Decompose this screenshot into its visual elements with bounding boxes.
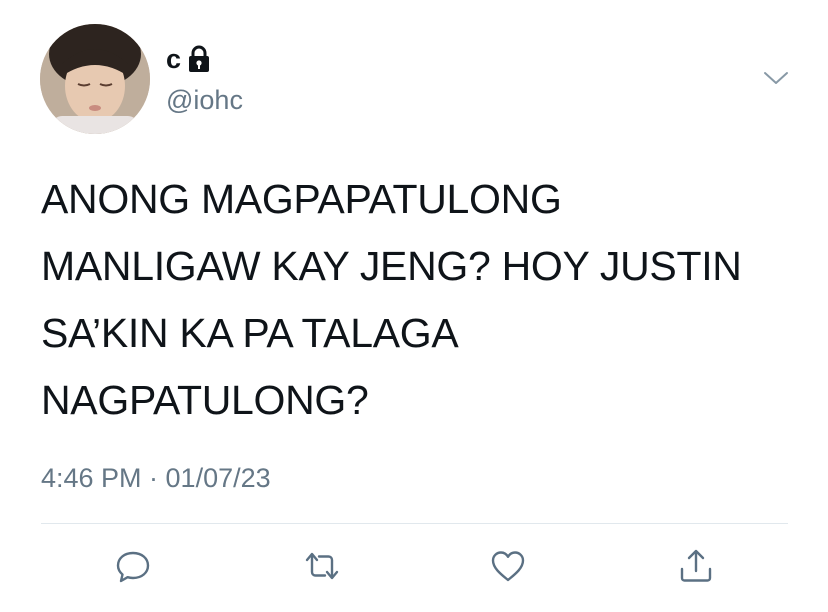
tweet-text-line: NAGPATULONG?	[41, 377, 369, 423]
tweet-timestamp[interactable]: 4:46 PM · 01/07/23	[41, 461, 271, 495]
tweet-text-line: SA’KIN KA PA TALAGA	[41, 310, 459, 356]
retweet-icon	[305, 552, 339, 580]
display-name[interactable]: c	[166, 44, 181, 74]
avatar-photo	[40, 24, 150, 134]
reply-icon	[116, 551, 150, 583]
divider	[41, 523, 788, 524]
tweet-text: ANONG MAGPAPATULONG MANLIGAW KAY JENG? H…	[41, 166, 801, 434]
action-bar	[0, 544, 828, 588]
user-handle[interactable]: @iohc	[166, 84, 243, 116]
display-name-row[interactable]: c	[166, 44, 211, 74]
tweet-text-line: ANONG MAGPAPATULONG	[41, 176, 562, 222]
lock-icon	[187, 45, 211, 73]
reply-button[interactable]	[111, 544, 155, 588]
tweet-text-line: MANLIGAW KAY JENG? HOY JUSTIN	[41, 243, 742, 289]
avatar[interactable]	[40, 24, 150, 134]
retweet-button[interactable]	[300, 544, 344, 588]
share-icon	[680, 549, 712, 582]
like-button[interactable]	[486, 544, 530, 588]
heart-icon	[491, 551, 525, 582]
chevron-down-icon[interactable]	[760, 64, 792, 92]
share-button[interactable]	[674, 544, 718, 588]
